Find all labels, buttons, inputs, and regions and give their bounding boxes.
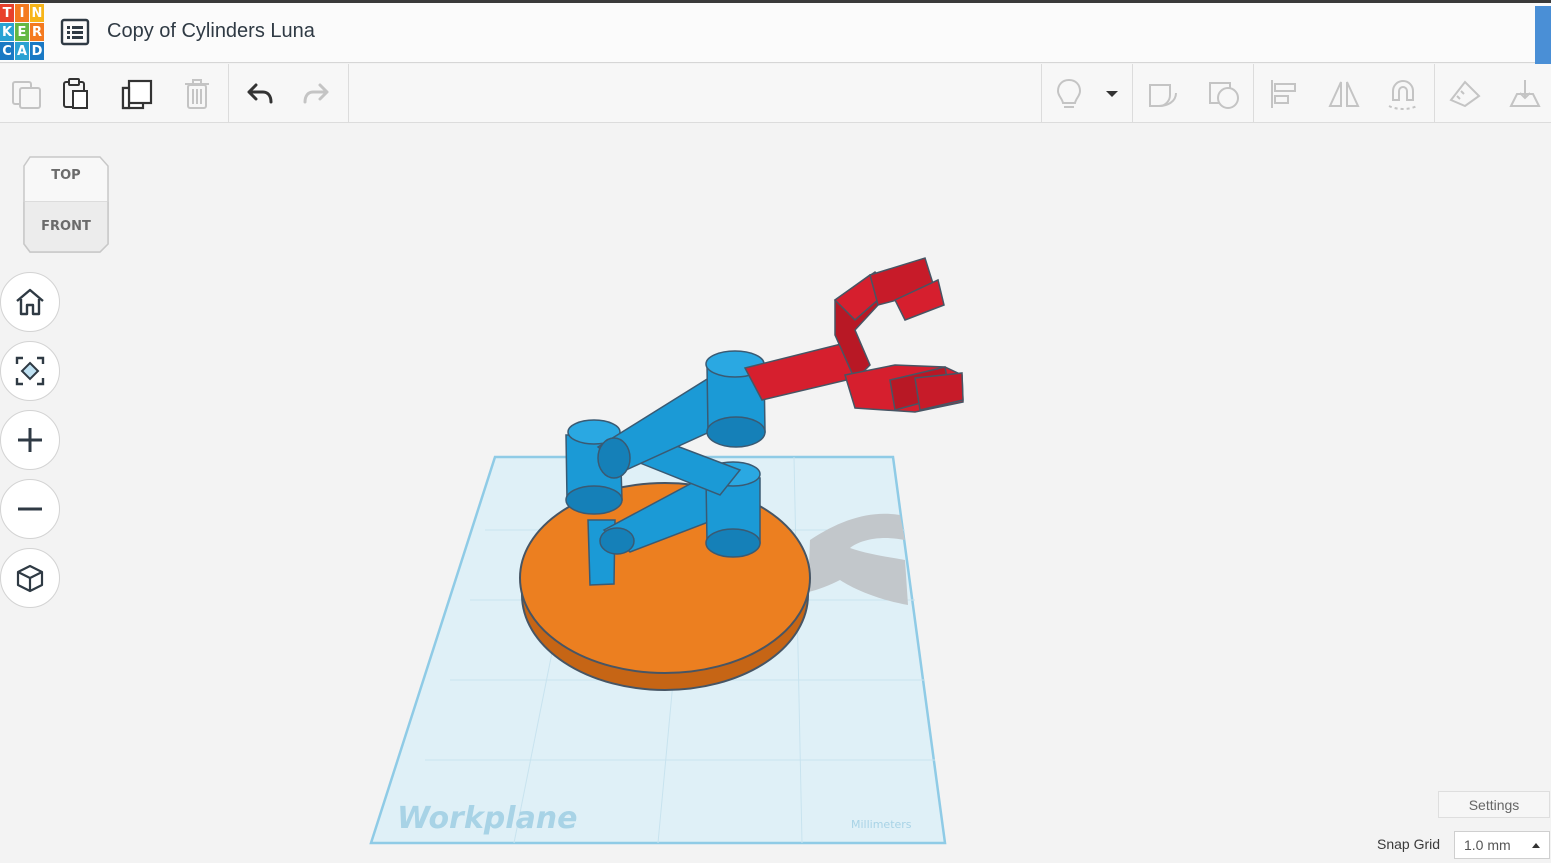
cube-icon	[16, 564, 44, 593]
view-cube[interactable]: TOP FRONT	[22, 152, 110, 254]
fit-view-icon	[15, 356, 45, 386]
minus-icon	[18, 507, 42, 511]
snap-grid-label: Snap Grid	[1377, 836, 1441, 852]
zoom-in-button[interactable]	[0, 410, 60, 470]
workplane-label: Workplane	[397, 801, 578, 836]
settings-button[interactable]: Settings	[1438, 791, 1550, 818]
home-icon	[16, 288, 44, 316]
snap-grid-value: 1.0 mm	[1464, 837, 1511, 853]
snap-grid-select[interactable]: 1.0 mm	[1454, 831, 1550, 859]
workplane-units: Millimeters	[851, 818, 912, 831]
red-claw[interactable]	[743, 257, 964, 413]
zoom-out-button[interactable]	[0, 479, 60, 539]
caret-up-icon	[1532, 843, 1540, 848]
scene-canvas[interactable]: Workplane Millimeters	[0, 0, 1551, 863]
view-cube-front-face[interactable]: FRONT	[22, 219, 110, 234]
plus-icon	[18, 428, 42, 452]
view-cube-top-face[interactable]: TOP	[22, 168, 110, 183]
fit-view-button[interactable]	[0, 341, 60, 401]
perspective-toggle-button[interactable]	[0, 548, 60, 608]
home-view-button[interactable]	[0, 272, 60, 332]
